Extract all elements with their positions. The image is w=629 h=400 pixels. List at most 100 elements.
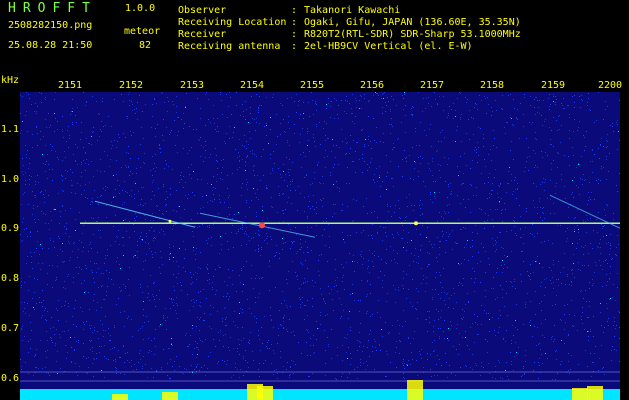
noise-pixel	[619, 338, 620, 339]
noise-pixel	[548, 240, 549, 241]
noise-pixel	[404, 378, 405, 379]
noise-pixel	[381, 98, 382, 99]
noise-pixel	[127, 118, 128, 119]
noise-pixel	[491, 115, 492, 116]
noise-pixel	[455, 110, 456, 111]
noise-pixel	[60, 216, 61, 217]
noise-pixel	[238, 339, 239, 340]
noise-pixel	[189, 126, 190, 127]
noise-pixel	[350, 327, 351, 328]
noise-pixel	[25, 180, 26, 181]
noise-pixel	[503, 339, 504, 340]
noise-pixel	[92, 198, 93, 199]
noise-pixel	[461, 229, 462, 230]
noise-pixel	[47, 340, 48, 341]
noise-pixel	[105, 255, 106, 256]
noise-pixel	[493, 288, 494, 289]
noise-pixel	[149, 300, 150, 301]
noise-pixel	[40, 192, 41, 193]
noise-pixel	[334, 98, 335, 99]
noise-pixel	[45, 145, 46, 146]
noise-pixel	[316, 202, 317, 203]
noise-pixel	[615, 300, 616, 301]
noise-pixel	[115, 215, 116, 216]
noise-pixel	[545, 152, 546, 153]
noise-pixel	[462, 319, 463, 320]
noise-pixel	[446, 294, 447, 295]
noise-pixel	[572, 325, 573, 326]
noise-pixel	[100, 196, 101, 197]
noise-pixel	[314, 172, 315, 173]
noise-pixel	[154, 299, 155, 300]
noise-pixel	[78, 249, 79, 250]
noise-pixel	[303, 102, 304, 103]
noise-pixel	[363, 363, 364, 364]
noise-pixel	[155, 346, 156, 347]
noise-pixel	[43, 163, 44, 164]
noise-pixel	[550, 139, 551, 140]
noise-pixel	[372, 238, 373, 239]
noise-pixel	[246, 179, 247, 180]
noise-pixel	[88, 357, 89, 358]
noise-pixel	[278, 168, 279, 169]
noise-pixel	[163, 214, 164, 215]
noise-pixel	[36, 303, 37, 304]
noise-pixel	[363, 206, 364, 207]
noise-pixel	[167, 317, 168, 318]
noise-pixel	[45, 319, 46, 320]
noise-pixel	[294, 124, 295, 125]
noise-pixel	[164, 102, 165, 103]
noise-pixel	[174, 361, 175, 362]
noise-pixel	[173, 246, 174, 247]
noise-pixel	[134, 194, 135, 195]
noise-pixel	[252, 150, 253, 151]
noise-pixel	[523, 368, 524, 369]
noise-pixel	[30, 231, 31, 232]
noise-pixel	[205, 157, 206, 158]
noise-pixel	[596, 180, 597, 181]
noise-pixel	[261, 156, 262, 157]
noise-pixel	[169, 257, 170, 258]
noise-pixel	[368, 266, 369, 267]
noise-pixel	[242, 183, 243, 184]
noise-pixel	[242, 229, 243, 230]
noise-pixel	[193, 129, 194, 130]
noise-pixel	[319, 275, 320, 276]
noise-pixel	[507, 122, 508, 123]
noise-pixel	[228, 249, 229, 250]
noise-pixel	[541, 242, 542, 243]
noise-pixel	[315, 103, 316, 104]
noise-pixel	[538, 107, 539, 108]
noise-pixel	[457, 98, 458, 99]
noise-pixel	[159, 148, 160, 149]
noise-pixel	[343, 275, 344, 276]
noise-pixel	[443, 96, 444, 97]
noise-pixel	[341, 210, 342, 211]
noise-pixel	[408, 338, 409, 339]
noise-pixel	[536, 261, 537, 262]
noise-pixel	[573, 263, 574, 264]
noise-pixel	[585, 146, 586, 147]
noise-pixel	[396, 105, 397, 106]
noise-pixel	[599, 358, 600, 359]
noise-pixel	[431, 244, 432, 245]
noise-pixel	[106, 295, 107, 296]
noise-pixel	[171, 344, 172, 345]
noise-pixel	[217, 126, 218, 127]
noise-pixel	[478, 155, 479, 156]
noise-pixel	[223, 335, 224, 336]
noise-pixel	[502, 95, 503, 96]
noise-pixel	[219, 199, 220, 200]
noise-pixel	[34, 111, 35, 112]
noise-pixel	[418, 263, 419, 264]
noise-pixel	[308, 332, 309, 333]
noise-pixel	[138, 158, 139, 159]
noise-pixel	[447, 197, 448, 198]
noise-pixel	[54, 334, 55, 335]
noise-pixel	[251, 278, 252, 279]
noise-pixel	[191, 178, 192, 179]
noise-pixel	[173, 210, 174, 211]
noise-pixel	[406, 157, 407, 158]
noise-pixel	[121, 94, 122, 95]
noise-pixel	[588, 253, 589, 254]
